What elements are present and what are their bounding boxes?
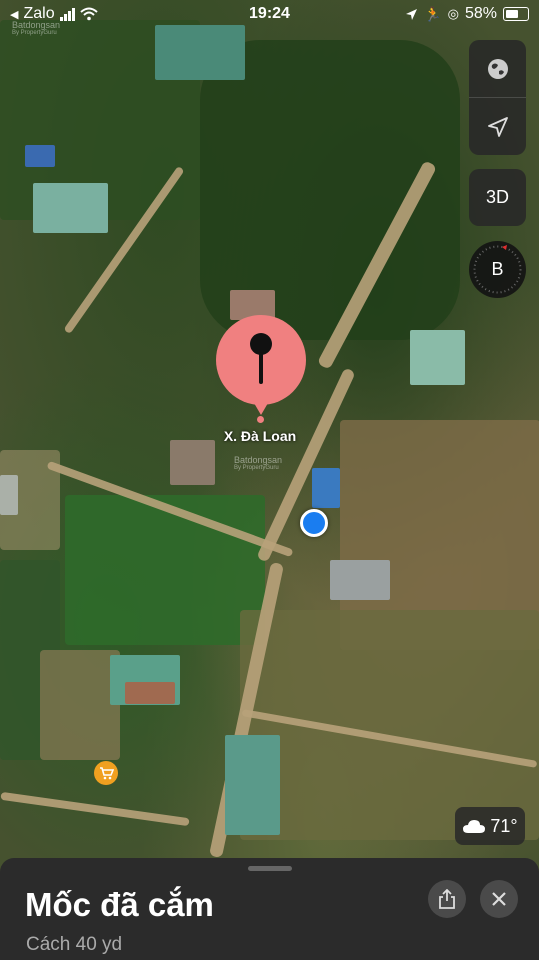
sheet-title: Mốc đã cắm: [25, 886, 214, 923]
pin-anchor: [257, 416, 264, 423]
user-location-dot[interactable]: [300, 509, 328, 537]
shopping-cart-icon: [99, 767, 114, 780]
close-button[interactable]: [480, 880, 518, 918]
sheet-grabber[interactable]: [248, 866, 292, 871]
map-field: [240, 610, 539, 840]
watermark: Batdongsan By PropertyGuru: [234, 455, 282, 471]
building-roof: [170, 440, 215, 485]
watermark-text: Batdongsan: [12, 20, 61, 30]
screen-lock-icon: ◎: [447, 6, 459, 21]
watermark-subtext: By PropertyGuru: [12, 30, 57, 36]
location-arrow-icon: [487, 116, 508, 137]
share-icon: [439, 889, 455, 909]
pin-icon: [250, 333, 272, 384]
building-roof: [0, 475, 18, 515]
temperature: 71°: [490, 815, 518, 836]
three-d-label: 3D: [485, 187, 509, 207]
place-sheet[interactable]: Mốc đã cắm Cách 40 yd: [0, 858, 539, 960]
three-d-button[interactable]: 3D: [469, 169, 526, 226]
status-bar: ◀ Zalo 19:24 🏃 ◎ 58%: [0, 0, 539, 30]
map-mode-button[interactable]: [469, 40, 526, 97]
watermark-text: Batdongsan: [234, 455, 283, 465]
location-services-icon: [406, 8, 418, 20]
map-controls: [469, 40, 526, 155]
pin-label: X. Đà Loan: [223, 428, 297, 444]
poi-shop[interactable]: [94, 761, 118, 785]
share-button[interactable]: [428, 880, 466, 918]
cloud-icon: [463, 820, 486, 833]
building-roof: [330, 560, 390, 600]
building-roof: [410, 330, 465, 385]
building-roof: [33, 183, 108, 233]
watermark-subtext: By PropertyGuru: [234, 465, 279, 471]
building-roof: [155, 25, 245, 80]
track-location-button[interactable]: [469, 98, 526, 155]
building-roof: [225, 735, 280, 835]
compass-heading: B: [491, 259, 504, 279]
battery-icon: [503, 7, 529, 21]
compass-button[interactable]: B: [469, 241, 526, 298]
weather-badge[interactable]: 71°: [455, 807, 525, 845]
map-field: [65, 495, 265, 645]
watermark: Batdongsan By PropertyGuru: [12, 20, 60, 36]
building-roof: [25, 145, 55, 167]
building-roof: [312, 468, 340, 508]
activity-icon: 🏃: [424, 5, 442, 22]
dropped-pin[interactable]: [216, 315, 306, 415]
map-field: [40, 650, 120, 760]
sheet-distance: Cách 40 yd: [26, 934, 123, 955]
close-icon: [492, 892, 506, 906]
status-right: 🏃 ◎ 58%: [405, 5, 529, 23]
globe-icon: [487, 58, 508, 79]
map-road: [0, 791, 190, 827]
battery-percent: 58%: [464, 5, 497, 22]
building-roof: [125, 682, 175, 704]
